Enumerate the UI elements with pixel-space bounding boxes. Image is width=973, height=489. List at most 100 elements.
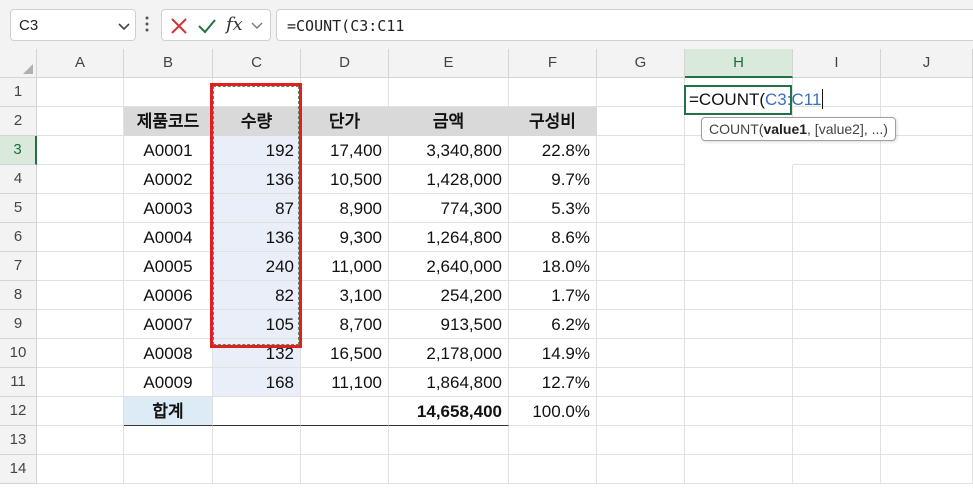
row-header-13[interactable]: 13 <box>0 426 37 455</box>
table-row-price[interactable]: 8,700 <box>301 310 389 339</box>
table-row-ratio[interactable]: 6.2% <box>509 310 597 339</box>
cell-I11[interactable] <box>793 368 881 397</box>
column-header-a[interactable]: A <box>37 49 124 78</box>
table-row-amount[interactable]: 2,640,000 <box>389 252 509 281</box>
cell-J3[interactable] <box>881 136 973 165</box>
cell-G8[interactable] <box>597 281 685 310</box>
cell-B14[interactable] <box>124 455 213 484</box>
table-row-amount[interactable]: 2,178,000 <box>389 339 509 368</box>
cell-J8[interactable] <box>881 281 973 310</box>
cell-A3[interactable] <box>37 136 124 165</box>
cell-B13[interactable] <box>124 426 213 455</box>
cell-E14[interactable] <box>389 455 509 484</box>
cell-G10[interactable] <box>597 339 685 368</box>
cell-C13[interactable] <box>213 426 301 455</box>
cell-E1[interactable] <box>389 78 509 107</box>
cell-I7[interactable] <box>793 252 881 281</box>
table-row-amount[interactable]: 1,264,800 <box>389 223 509 252</box>
cell-H13[interactable] <box>685 426 793 455</box>
table-row-price[interactable]: 8,900 <box>301 194 389 223</box>
row-header-2[interactable]: 2 <box>0 107 37 136</box>
table-row-ratio[interactable]: 8.6% <box>509 223 597 252</box>
cell-I14[interactable] <box>793 455 881 484</box>
cell-G14[interactable] <box>597 455 685 484</box>
row-header-6[interactable]: 6 <box>0 223 37 252</box>
cell-G2[interactable] <box>597 107 685 136</box>
table-row-price[interactable]: 3,100 <box>301 281 389 310</box>
row-header-14[interactable]: 14 <box>0 455 37 484</box>
column-header-d[interactable]: D <box>301 49 389 78</box>
cell-D1[interactable] <box>301 78 389 107</box>
column-header-b[interactable]: B <box>124 49 213 78</box>
table-row-price[interactable]: 10,500 <box>301 165 389 194</box>
chevron-down-icon[interactable] <box>250 19 264 33</box>
table-row-code[interactable]: A0004 <box>124 223 213 252</box>
cell-D13[interactable] <box>301 426 389 455</box>
table-row-code[interactable]: A0009 <box>124 368 213 397</box>
name-box[interactable]: C3 <box>10 9 136 41</box>
cell-I9[interactable] <box>793 310 881 339</box>
insert-function-icon[interactable]: fx <box>226 14 243 35</box>
enter-check-icon[interactable] <box>197 16 217 36</box>
cell-I12[interactable] <box>793 397 881 426</box>
cell-E13[interactable] <box>389 426 509 455</box>
table-row-amount[interactable]: 3,340,800 <box>389 136 509 165</box>
total-amount[interactable]: 14,658,400 <box>389 397 509 426</box>
table-row-amount[interactable]: 774,300 <box>389 194 509 223</box>
column-header-c[interactable]: C <box>213 49 301 78</box>
total-qty[interactable] <box>213 397 301 426</box>
table-row-ratio[interactable]: 9.7% <box>509 165 597 194</box>
cell-H8[interactable] <box>685 281 793 310</box>
table-row-code[interactable]: A0003 <box>124 194 213 223</box>
cell-A7[interactable] <box>37 252 124 281</box>
cell-G4[interactable] <box>597 165 685 194</box>
row-header-4[interactable]: 4 <box>0 165 37 194</box>
cell-H11[interactable] <box>685 368 793 397</box>
cell-G5[interactable] <box>597 194 685 223</box>
table-header-E[interactable]: 금액 <box>389 107 509 136</box>
cell-H6[interactable] <box>685 223 793 252</box>
cell-F13[interactable] <box>509 426 597 455</box>
table-header-B[interactable]: 제품코드 <box>124 107 213 136</box>
total-price[interactable] <box>301 397 389 426</box>
cell-I4[interactable] <box>793 165 881 194</box>
cell-J6[interactable] <box>881 223 973 252</box>
more-options-icon[interactable] <box>144 14 150 34</box>
table-row-ratio[interactable]: 22.8% <box>509 136 597 165</box>
table-row-price[interactable]: 17,400 <box>301 136 389 165</box>
cell-I5[interactable] <box>793 194 881 223</box>
row-header-10[interactable]: 10 <box>0 339 37 368</box>
table-row-code[interactable]: A0007 <box>124 310 213 339</box>
tooltip-arg-current[interactable]: value1 <box>763 121 807 137</box>
cell-A11[interactable] <box>37 368 124 397</box>
table-header-F[interactable]: 구성비 <box>509 107 597 136</box>
formula-input[interactable]: =COUNT(C3:C11 <box>276 9 973 41</box>
cell-J5[interactable] <box>881 194 973 223</box>
cell-I8[interactable] <box>793 281 881 310</box>
column-header-g[interactable]: G <box>597 49 685 78</box>
cell-A6[interactable] <box>37 223 124 252</box>
cell-J13[interactable] <box>881 426 973 455</box>
cell-J9[interactable] <box>881 310 973 339</box>
cell-G13[interactable] <box>597 426 685 455</box>
cell-H10[interactable] <box>685 339 793 368</box>
row-header-3[interactable]: 3 <box>0 136 37 165</box>
table-row-price[interactable]: 11,100 <box>301 368 389 397</box>
cell-D14[interactable] <box>301 455 389 484</box>
cell-H12[interactable] <box>685 397 793 426</box>
cell-H4[interactable] <box>685 165 793 194</box>
cell-H7[interactable] <box>685 252 793 281</box>
cell-A2[interactable] <box>37 107 124 136</box>
table-row-code[interactable]: A0008 <box>124 339 213 368</box>
cell-J1[interactable] <box>881 78 973 107</box>
column-header-j[interactable]: J <box>881 49 973 78</box>
row-header-8[interactable]: 8 <box>0 281 37 310</box>
cell-G6[interactable] <box>597 223 685 252</box>
cell-G11[interactable] <box>597 368 685 397</box>
row-header-12[interactable]: 12 <box>0 397 37 426</box>
cell-G9[interactable] <box>597 310 685 339</box>
cell-I13[interactable] <box>793 426 881 455</box>
cell-J11[interactable] <box>881 368 973 397</box>
cell-A1[interactable] <box>37 78 124 107</box>
column-header-e[interactable]: E <box>389 49 509 78</box>
